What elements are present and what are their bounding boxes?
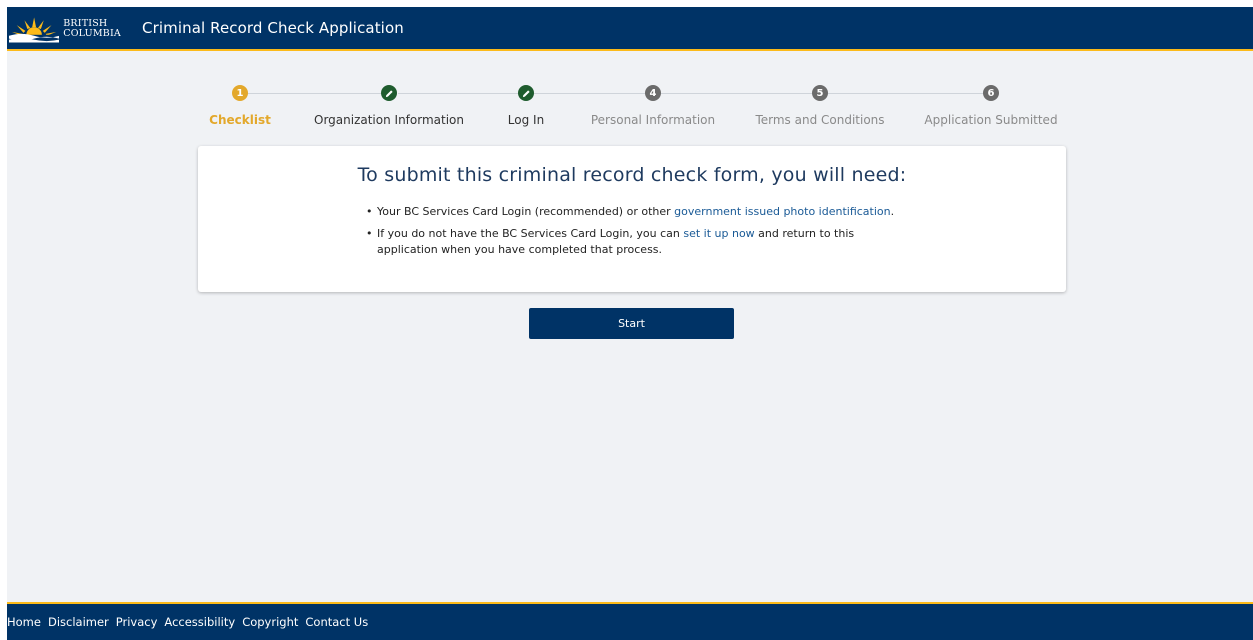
footer-link-disclaimer[interactable]: Disclaimer	[48, 615, 109, 629]
step-label: Application Submitted	[924, 113, 1058, 127]
page-frame: BRITISH COLUMBIA Criminal Record Check A…	[7, 7, 1253, 640]
step-label: Checklist	[209, 113, 271, 127]
footer: Home Disclaimer Privacy Accessibility Co…	[7, 602, 1253, 640]
step-label: Personal Information	[590, 113, 716, 127]
list-item: Your BC Services Card Login (recommended…	[366, 204, 906, 220]
set-it-up-link[interactable]: set it up now	[683, 227, 754, 240]
step-number-icon: 6	[983, 85, 999, 101]
step-checklist[interactable]: 1 Checklist	[160, 85, 320, 127]
step-number-icon: 1	[232, 85, 248, 101]
footer-link-accessibility[interactable]: Accessibility	[164, 615, 235, 629]
logo-text: BRITISH COLUMBIA	[63, 19, 121, 39]
step-terms-and-conditions: 5 Terms and Conditions	[740, 85, 900, 127]
pencil-icon	[381, 85, 397, 101]
app-header: BRITISH COLUMBIA Criminal Record Check A…	[7, 7, 1253, 51]
footer-link-home[interactable]: Home	[7, 615, 41, 629]
step-number-icon: 5	[812, 85, 828, 101]
card-title: To submit this criminal record check for…	[357, 164, 907, 186]
item-text: If you do not have the BC Services Card …	[377, 227, 684, 240]
app-title: Criminal Record Check Application	[142, 19, 404, 37]
step-application-submitted: 6 Application Submitted	[911, 85, 1071, 127]
list-item: If you do not have the BC Services Card …	[366, 226, 906, 258]
footer-link-privacy[interactable]: Privacy	[116, 615, 158, 629]
start-button[interactable]: Start	[529, 308, 734, 339]
item-text-end: .	[890, 205, 895, 218]
item-text: Your BC Services Card Login (recommended…	[377, 205, 675, 218]
photo-id-link[interactable]: government issued photo identification	[674, 205, 890, 218]
step-label: Terms and Conditions	[755, 113, 885, 127]
footer-link-copyright[interactable]: Copyright	[242, 615, 298, 629]
step-number-icon: 4	[645, 85, 661, 101]
step-personal-information: 4 Personal Information	[573, 85, 733, 127]
pencil-icon	[518, 85, 534, 101]
requirements-list: Your BC Services Card Login (recommended…	[366, 204, 906, 264]
footer-link-contact-us[interactable]: Contact Us	[305, 615, 368, 629]
logo-line-2: COLUMBIA	[63, 28, 121, 39]
requirements-card: To submit this criminal record check for…	[198, 146, 1066, 292]
step-label: Organization Information	[314, 113, 464, 127]
bc-gov-logo[interactable]: BRITISH COLUMBIA	[9, 11, 121, 47]
step-organization-information[interactable]: Organization Information	[309, 85, 469, 127]
sun-logo-icon	[9, 17, 60, 43]
